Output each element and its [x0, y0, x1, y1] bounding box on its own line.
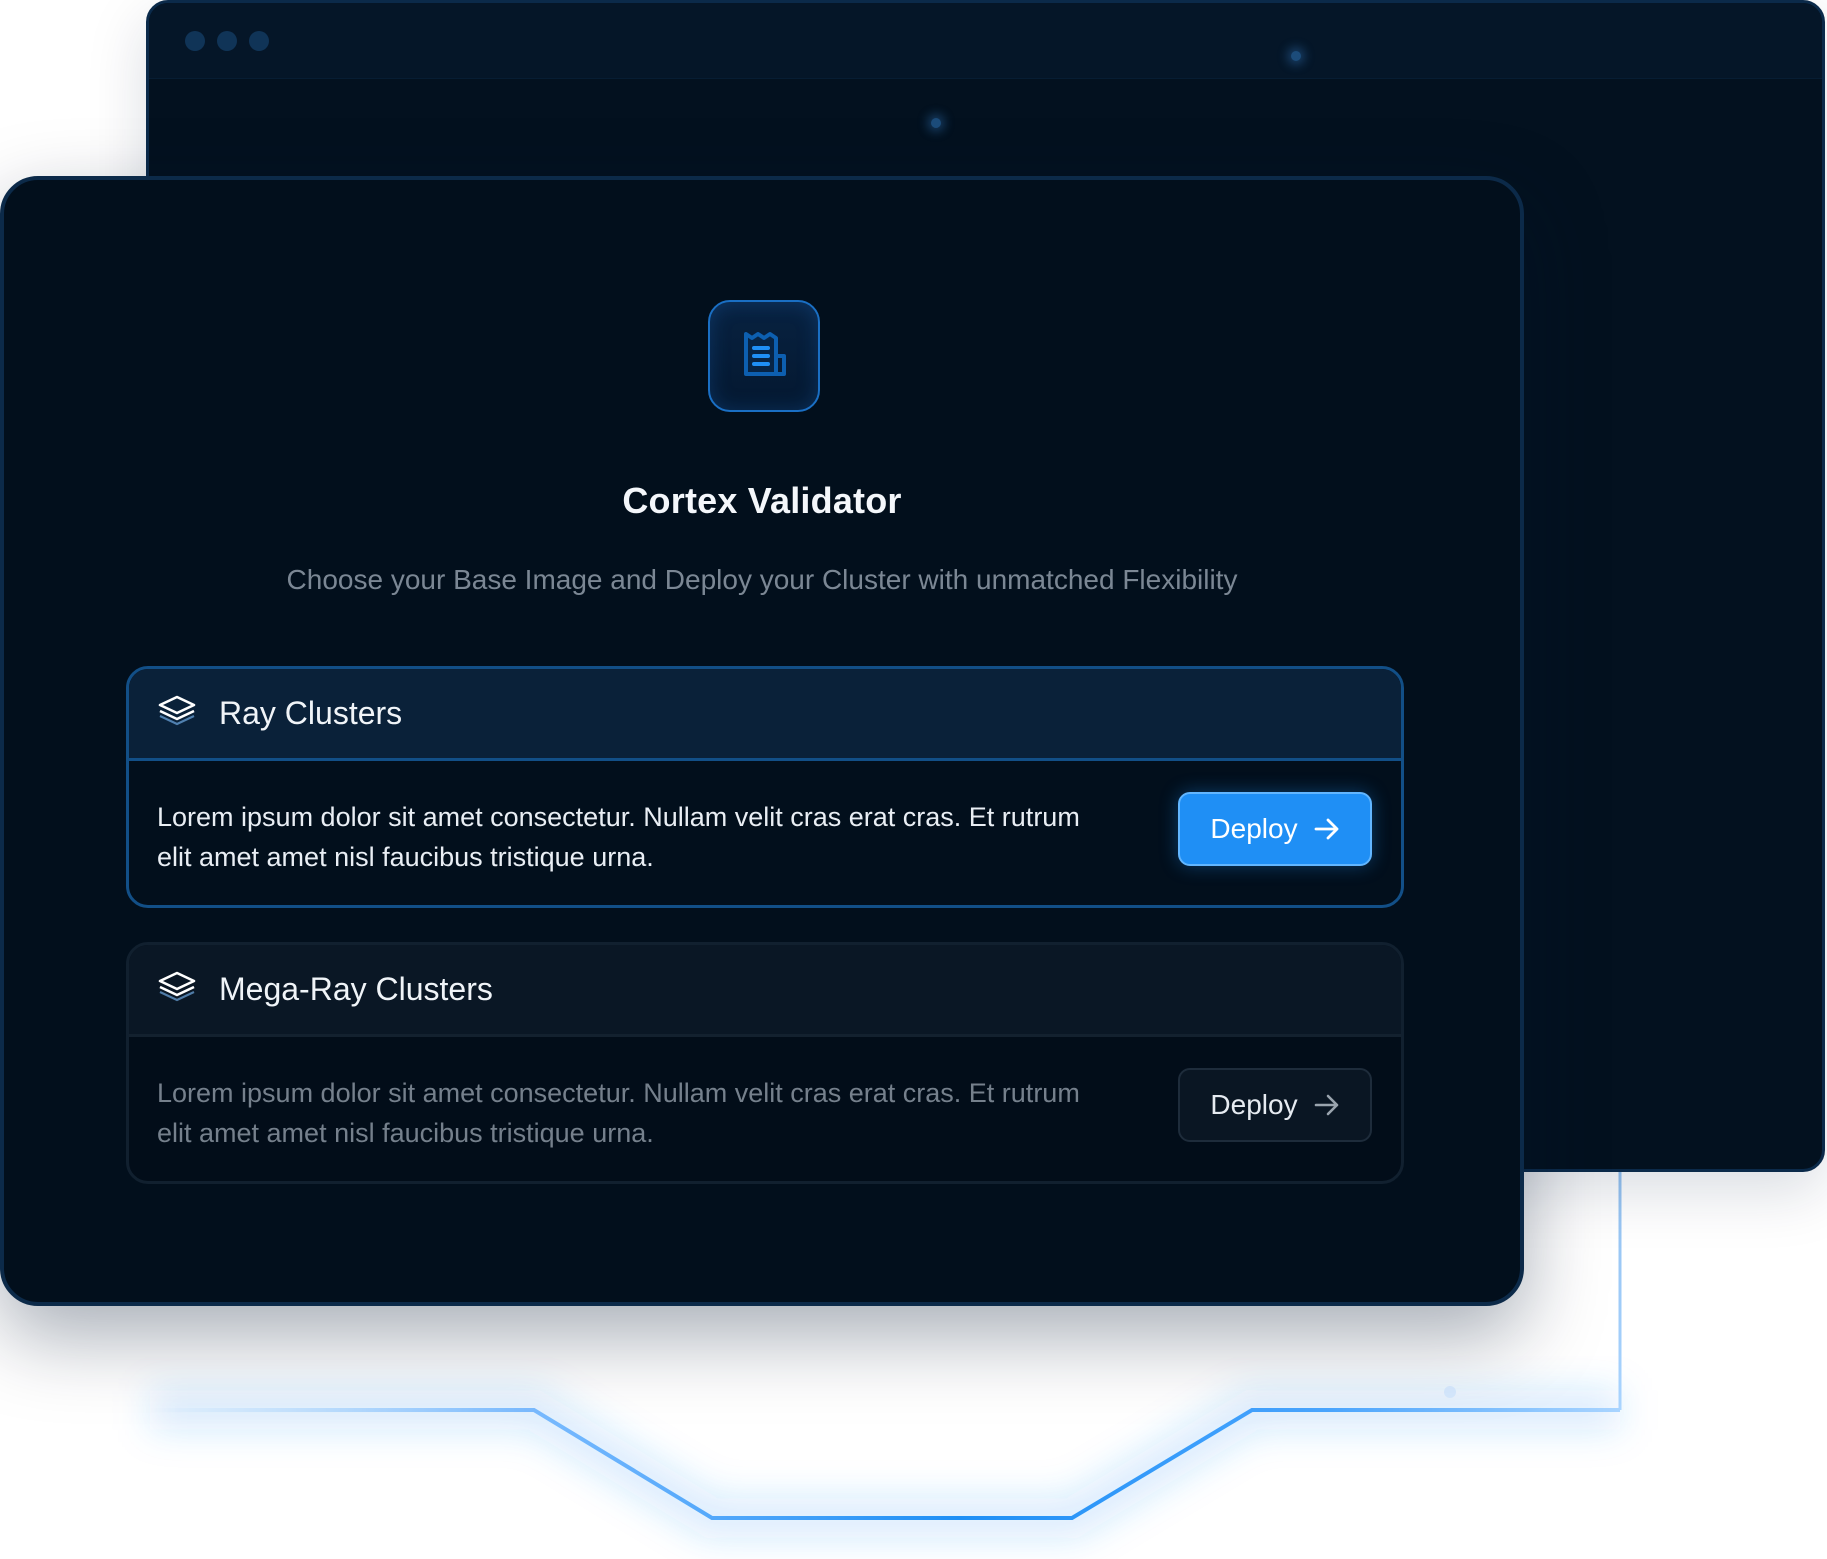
sparkle-dot [1291, 51, 1301, 61]
cluster-option-title: Ray Clusters [219, 695, 403, 731]
deploy-button-label: Deploy [1210, 813, 1298, 844]
arrow-right-icon [1314, 1094, 1338, 1116]
arrow-right-icon [1314, 818, 1338, 840]
cluster-option-description: Lorem ipsum dolor sit amet consectetur. … [157, 1078, 1080, 1148]
cluster-option-description: Lorem ipsum dolor sit amet consectetur. … [157, 802, 1080, 872]
document-icon [708, 300, 820, 412]
cluster-option-ray[interactable]: Ray Clusters Lorem ipsum dolor sit amet … [126, 666, 1404, 908]
stage: Cortex Validator Choose your Base Image … [0, 0, 1827, 1559]
layers-icon [157, 970, 197, 1009]
cluster-option-title: Mega-Ray Clusters [219, 971, 493, 1007]
page-subtitle: Choose your Base Image and Deploy your C… [286, 564, 1238, 595]
sparkle-dot [931, 118, 941, 128]
window-titlebar [149, 3, 1822, 79]
window-dot-maximize [249, 30, 269, 51]
page-title: Cortex Validator [622, 480, 902, 521]
window-dot-minimize [217, 30, 237, 51]
window-dot-close [185, 30, 205, 51]
layers-icon [157, 694, 197, 733]
deploy-button[interactable]: Deploy [1178, 1068, 1372, 1142]
cluster-option-header: Ray Clusters [129, 669, 1401, 761]
deploy-button[interactable]: Deploy [1178, 792, 1372, 866]
cluster-option-header: Mega-Ray Clusters [129, 945, 1401, 1037]
cluster-option-mega-ray[interactable]: Mega-Ray Clusters Lorem ipsum dolor sit … [126, 942, 1404, 1184]
main-card: Cortex Validator Choose your Base Image … [0, 176, 1524, 1306]
cluster-option-body: Lorem ipsum dolor sit amet consectetur. … [129, 761, 1401, 905]
cluster-option-body: Lorem ipsum dolor sit amet consectetur. … [129, 1037, 1401, 1181]
deploy-button-label: Deploy [1210, 1089, 1298, 1120]
